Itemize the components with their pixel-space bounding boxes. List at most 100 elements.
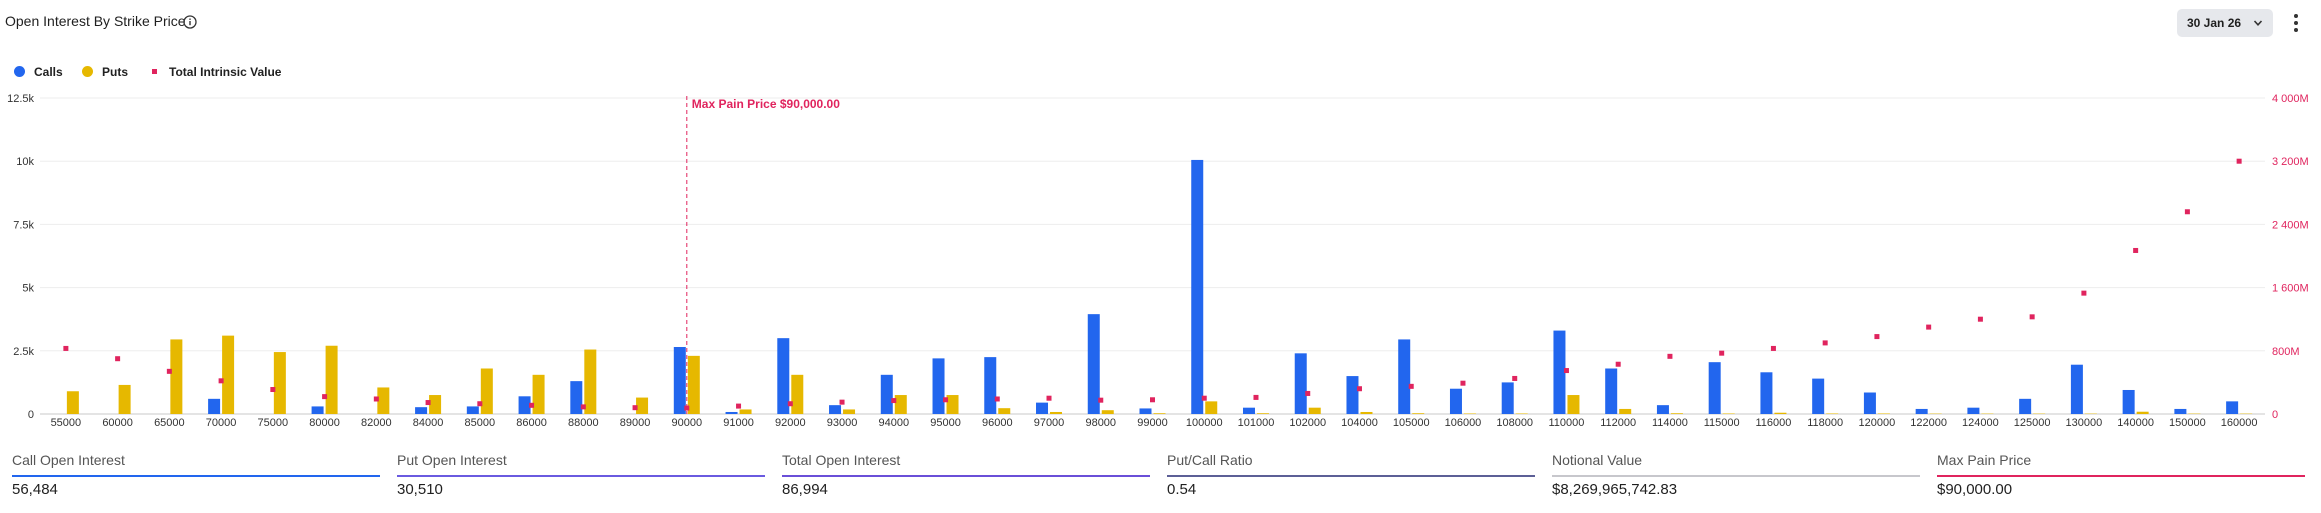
calls-bar [570,381,583,414]
open-interest-chart: 0 2.5k 5k 7.5k 10k 12.5k 0 800M 1 600M 2 400M 3 20… [7,93,2309,428]
puts-bar [791,374,804,414]
intrinsic-value-point [994,396,1000,402]
y2-tick-label: 800M [2272,346,2300,358]
x-tick-label: 80000 [309,417,340,428]
chart-header: Open Interest By Strike Price 30 Jan 26 [0,0,2321,46]
legend-item-calls[interactable]: Calls [14,64,63,80]
calls-bar [1398,339,1411,414]
puts-bar [1774,412,1787,414]
puts-bar [1515,413,1528,414]
intrinsic-value-point [736,403,742,409]
calls-bar [1915,408,1928,414]
puts-bar [1463,413,1476,414]
intrinsic-value-point [1305,390,1311,396]
stat-underline [1937,475,2305,477]
calls-bar [518,396,531,414]
calls-bar [829,405,842,414]
puts-bar [1412,413,1425,414]
intrinsic-value-point [2081,290,2087,296]
puts-bar [377,387,390,414]
x-tick-label: 84000 [413,417,444,428]
calls-bar [311,406,324,414]
x-tick-label: 140000 [2117,417,2154,428]
stat-label: Notional Value [1552,452,1643,468]
stat-value: 0.54 [1167,481,1197,498]
intrinsic-value-point [2184,209,2190,215]
y2-tick-label: 4 000M [2272,93,2309,105]
intrinsic-value-point [1201,395,1207,401]
calls-bar [415,407,428,414]
stat-value: 56,484 [12,481,58,498]
calls-bar [1553,330,1566,414]
puts-bar [66,391,79,414]
intrinsic-value-point [839,399,845,405]
calls-bar [2226,401,2239,414]
x-tick-label: 82000 [361,417,392,428]
x-tick-label: 108000 [1496,417,1533,428]
calls-bar [1708,362,1721,414]
calls-bar [880,374,893,414]
y2-tick-label: 3 200M [2272,156,2309,168]
x-tick-label: 105000 [1393,417,1430,428]
intrinsic-value-point [2029,314,2035,320]
y2-tick-label: 1 600M [2272,283,2309,295]
calls-bar [1656,405,1669,414]
more-vertical-icon[interactable] [2293,13,2299,33]
intrinsic-value-point [2133,247,2139,253]
x-tick-label: 115000 [1704,417,1740,428]
expiry-date-select[interactable]: 30 Jan 26 [2177,9,2273,37]
calls-bar [1760,372,1773,414]
calls-bar [2070,364,2083,414]
stat-underline [397,475,765,477]
expiry-date-value: 30 Jan 26 [2187,16,2242,30]
calls-bar [1087,314,1100,414]
intrinsic-value-point [1719,350,1725,356]
x-tick-label: 118000 [1807,417,1843,428]
legend-item-total-intrinsic-value[interactable]: Total Intrinsic Value [152,64,281,80]
intrinsic-value-point [684,405,690,411]
x-tick-label: 75000 [258,417,289,428]
x-tick-label: 91000 [723,417,754,428]
calls-bar [777,338,790,414]
x-tick-label: 98000 [1085,417,1116,428]
calls-bar [932,358,945,414]
intrinsic-value-point [1822,340,1828,346]
calls-bar [673,347,686,414]
intrinsic-value-point [115,356,121,362]
calls-bar [1501,382,1514,414]
stat-value: 86,994 [782,481,828,498]
x-tick-label: 100000 [1186,417,1223,428]
y-tick-label: 0 [28,409,34,421]
legend-label: Puts [102,65,129,79]
chart-title: Open Interest By Strike Price [5,13,186,29]
info-icon[interactable] [183,15,197,29]
y-tick-label: 2.5k [13,346,34,358]
x-tick-label: 122000 [1910,417,1947,428]
legend-item-puts[interactable]: Puts [82,64,128,80]
x-tick-label: 130000 [2066,417,2103,428]
calls-bar [1967,407,1980,414]
x-tick-label: 88000 [568,417,599,428]
puts-bar [1826,413,1839,414]
intrinsic-value-point [1667,353,1673,359]
stat-label: Total Open Interest [782,452,901,468]
puts-bar [739,409,752,414]
stat-underline [12,475,380,477]
y2-tick-label: 0 [2272,409,2278,421]
calls-bar [1812,378,1825,414]
stat-label: Max Pain Price [1937,452,2032,468]
intrinsic-value-point [1926,324,1932,330]
intrinsic-value-point [580,404,586,410]
x-tick-label: 97000 [1034,417,1065,428]
puts-bar [584,349,597,414]
calls-bar [466,406,479,414]
x-tick-label: 112000 [1600,417,1636,428]
stat-underline [1167,475,1535,477]
stat-notional-value: Notional Value $8,269,965,742.83 [1540,446,1920,513]
y-tick-label: 10k [16,156,34,168]
puts-bar [1205,401,1218,414]
puts-bar [1256,413,1269,414]
x-tick-label: 96000 [982,417,1013,428]
intrinsic-value-point [1615,361,1621,367]
calls-bar [2019,398,2032,414]
